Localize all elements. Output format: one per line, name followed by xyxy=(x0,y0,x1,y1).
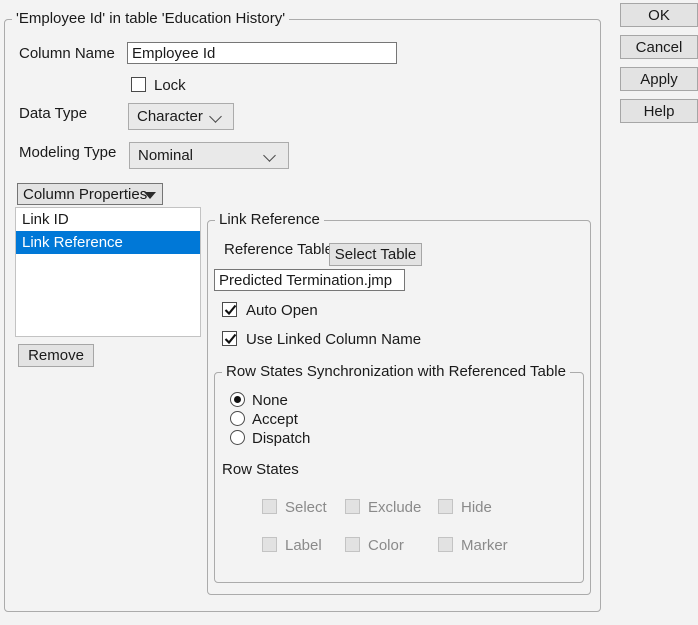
exclude-checkbox-label: Exclude xyxy=(368,499,421,516)
reference-table-label: Reference Table xyxy=(224,241,333,258)
column-info-dialog: 'Employee Id' in table 'Education Histor… xyxy=(0,0,698,625)
hide-checkbox-label: Hide xyxy=(461,499,492,516)
auto-open-checkbox[interactable] xyxy=(222,302,237,317)
use-linked-column-name-checkbox[interactable] xyxy=(222,331,237,346)
radio-accept[interactable] xyxy=(230,411,245,426)
select-checkbox-label: Select xyxy=(285,499,327,516)
modeling-type-label: Modeling Type xyxy=(19,144,116,161)
cancel-button[interactable]: Cancel xyxy=(620,35,698,59)
column-properties-button[interactable]: Column Properties xyxy=(17,183,163,205)
auto-open-label: Auto Open xyxy=(246,302,318,319)
chevron-down-icon xyxy=(209,110,222,123)
select-checkbox xyxy=(262,499,277,514)
modeling-type-combo[interactable]: Nominal xyxy=(129,142,289,169)
marker-checkbox xyxy=(438,537,453,552)
radio-dispatch[interactable] xyxy=(230,430,245,445)
hide-checkbox xyxy=(438,499,453,514)
apply-button[interactable]: Apply xyxy=(620,67,698,91)
color-checkbox-label: Color xyxy=(368,537,404,554)
dropdown-arrow-icon xyxy=(144,192,156,199)
radio-none[interactable] xyxy=(230,392,245,407)
link-reference-group: Link Reference Reference Table Select Ta… xyxy=(207,220,591,595)
marker-checkbox-label: Marker xyxy=(461,537,508,554)
color-checkbox xyxy=(345,537,360,552)
ok-button[interactable]: OK xyxy=(620,3,698,27)
column-name-input[interactable] xyxy=(127,42,397,64)
exclude-checkbox xyxy=(345,499,360,514)
remove-button[interactable]: Remove xyxy=(18,344,94,367)
select-table-button[interactable]: Select Table xyxy=(329,243,422,266)
help-button[interactable]: Help xyxy=(620,99,698,123)
column-name-label: Column Name xyxy=(19,45,115,62)
radio-none-label: None xyxy=(252,392,288,409)
reference-table-input[interactable] xyxy=(214,269,405,291)
use-linked-column-name-label: Use Linked Column Name xyxy=(246,331,421,348)
data-type-value: Character xyxy=(129,108,203,125)
row-states-sync-group: Row States Synchronization with Referenc… xyxy=(214,372,584,583)
data-type-label: Data Type xyxy=(19,105,87,122)
column-properties-list[interactable]: Link ID Link Reference xyxy=(15,207,201,337)
row-states-sync-group-title: Row States Synchronization with Referenc… xyxy=(222,363,570,381)
checkmark-icon xyxy=(222,330,239,347)
column-properties-button-label: Column Properties xyxy=(23,186,147,203)
label-checkbox-label: Label xyxy=(285,537,322,554)
label-checkbox xyxy=(262,537,277,552)
radio-dispatch-label: Dispatch xyxy=(252,430,310,447)
lock-label: Lock xyxy=(154,77,186,94)
radio-accept-label: Accept xyxy=(252,411,298,428)
dialog-title: 'Employee Id' in table 'Education Histor… xyxy=(12,10,289,28)
data-type-combo[interactable]: Character xyxy=(128,103,234,130)
row-states-label: Row States xyxy=(222,461,299,478)
list-item-link-reference[interactable]: Link Reference xyxy=(16,231,200,254)
chevron-down-icon xyxy=(263,149,276,162)
column-group-box: 'Employee Id' in table 'Education Histor… xyxy=(4,19,601,612)
checkmark-icon xyxy=(222,301,239,318)
modeling-type-value: Nominal xyxy=(130,147,193,164)
link-reference-group-title: Link Reference xyxy=(215,211,324,229)
list-item-link-id[interactable]: Link ID xyxy=(16,208,200,231)
lock-checkbox[interactable] xyxy=(131,77,146,92)
